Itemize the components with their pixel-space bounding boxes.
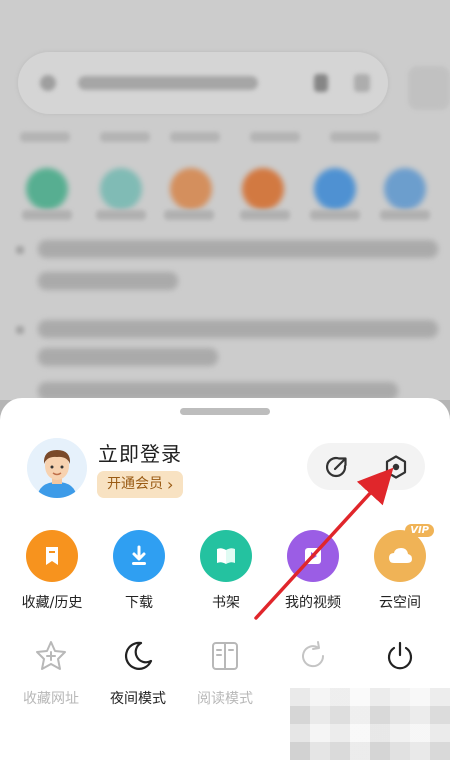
chevron-right-icon: › (167, 475, 174, 494)
moon-icon (93, 638, 183, 674)
open-vip-button[interactable]: 开通会员 › (97, 471, 184, 498)
grid-item-label: 下载 (125, 595, 153, 611)
settings-hexagon-icon (385, 454, 406, 479)
grid-item-label: 我的视频 (285, 595, 341, 611)
tool-bookmark-url[interactable]: 收藏网址 (6, 638, 96, 708)
header-actions (307, 443, 425, 490)
pixelated-watermark (290, 688, 450, 760)
open-vip-label: 开通会员 (107, 476, 163, 492)
tool-label: 阅读模式 (197, 691, 253, 707)
grid-item-cloud-space[interactable]: VIP 云空间 (355, 524, 445, 612)
star-add-icon (6, 638, 96, 674)
grid-item-label: 收藏/历史 (21, 595, 83, 611)
share-export-icon (325, 456, 347, 477)
grid-item-download[interactable]: 下载 (94, 530, 184, 612)
grid-item-label: 云空间 (379, 595, 421, 611)
grid-item-favorites-history[interactable]: 收藏/历史 (7, 530, 97, 612)
grid-item-my-videos[interactable]: 我的视频 (268, 530, 358, 612)
tool-reader-mode[interactable]: 阅读模式 (180, 638, 270, 708)
reader-icon (180, 638, 270, 674)
tool-night-mode[interactable]: 夜间模式 (93, 638, 183, 708)
cloud-icon: VIP (374, 524, 434, 582)
book-icon (200, 530, 252, 582)
play-icon (287, 530, 339, 582)
tool-exit[interactable] (355, 638, 445, 688)
tool-label: 收藏网址 (23, 691, 79, 707)
settings-button[interactable] (366, 443, 425, 490)
grid-item-bookshelf[interactable]: 书架 (181, 530, 271, 612)
login-button[interactable]: 立即登录 (98, 438, 182, 467)
vip-badge: VIP (405, 524, 434, 537)
tool-refresh[interactable] (268, 638, 358, 688)
download-icon (113, 530, 165, 582)
drag-handle[interactable] (180, 408, 270, 415)
share-export-button[interactable] (307, 443, 366, 490)
tool-label: 夜间模式 (110, 691, 166, 707)
grid-item-label: 书架 (212, 595, 240, 611)
bookmark-icon (26, 530, 78, 582)
avatar[interactable] (27, 438, 87, 498)
power-icon (355, 638, 445, 674)
refresh-icon (268, 638, 358, 674)
